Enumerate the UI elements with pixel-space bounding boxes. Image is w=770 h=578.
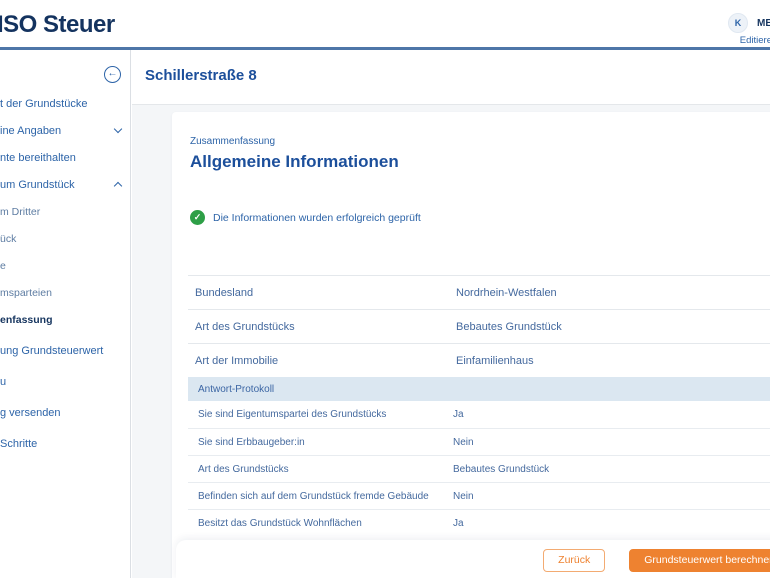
page-header: Schillerstraße 8 [132, 50, 770, 105]
top-header: ISO Steuer K ME Editiere [0, 0, 770, 50]
protocol-title: Antwort-Protokoll [198, 383, 275, 395]
sidebar-item-label: msparteien [0, 286, 52, 299]
row-label: Art der Immobilie [195, 354, 279, 367]
sidebar-nav: t der Grundstücke ine Angaben nte bereit… [0, 90, 131, 457]
action-footer: Zurück Grundsteuerwert berechnen [176, 540, 770, 578]
sidebar-collapse-icon[interactable]: ← [104, 66, 121, 83]
chevron-up-icon [113, 181, 123, 191]
sidebar-item-label: ück [0, 232, 17, 245]
page-title: Schillerstraße 8 [145, 67, 257, 84]
main-area: Schillerstraße 8 Zusammenfassung Allgeme… [132, 50, 770, 578]
row-value: Nein [453, 436, 474, 448]
sidebar-item-label: nte bereithalten [0, 151, 76, 164]
app-window: ISO Steuer K ME Editiere ← t der Grundst… [0, 0, 770, 578]
sidebar-item[interactable]: Schritte [0, 430, 131, 457]
sidebar-item-label: um Grundstück [0, 178, 75, 191]
sidebar-item-label: ung Grundsteuerwert [0, 344, 104, 357]
row-value: Nordrhein-Westfalen [456, 286, 557, 299]
sidebar-item[interactable]: g versenden [0, 399, 131, 426]
protocol-row: Befinden sich auf dem Grundstück fremde … [188, 482, 770, 509]
sidebar-item-label: ine Angaben [0, 124, 62, 137]
sidebar-item-label: t der Grundstücke [0, 97, 88, 110]
protocol-row: Art des Grundstücks Bebautes Grundstück [188, 455, 770, 482]
table-row: Bundesland Nordrhein-Westfalen [188, 275, 770, 309]
user-block[interactable]: K ME Editiere [728, 13, 770, 46]
info-table: Bundesland Nordrhein-Westfalen Art des G… [188, 275, 770, 536]
row-label: Bundesland [195, 286, 254, 299]
row-label: Befinden sich auf dem Grundstück fremde … [198, 490, 429, 502]
row-value: Einfamilienhaus [456, 354, 534, 367]
section-heading: Allgemeine Informationen [190, 152, 399, 171]
user-name: ME [757, 17, 770, 29]
sidebar-item[interactable]: enfassung [0, 306, 131, 333]
row-value: Nein [453, 490, 474, 502]
app-logo: ISO Steuer [0, 11, 115, 38]
info-rows: Bundesland Nordrhein-Westfalen Art des G… [188, 275, 770, 377]
user-subtitle: Editiere [739, 35, 770, 46]
chevron-down-icon [113, 124, 123, 134]
sidebar-item[interactable]: t der Grundstücke [0, 90, 131, 117]
sidebar-item[interactable]: m Dritter [0, 198, 131, 225]
row-label: Besitzt das Grundstück Wohnflächen [198, 517, 362, 529]
row-label: Art des Grundstücks [198, 463, 289, 475]
sidebar-item[interactable]: ine Angaben [0, 117, 131, 144]
sidebar-item[interactable]: msparteien [0, 279, 131, 306]
protocol-row: Besitzt das Grundstück Wohnflächen Ja [188, 509, 770, 536]
breadcrumb: Zusammenfassung [190, 136, 276, 147]
row-value: Ja [453, 409, 464, 420]
sidebar-item[interactable]: u [0, 368, 131, 395]
protocol-row: Sie sind Erbbaugeber:in Nein [188, 428, 770, 455]
row-label: Sie sind Eigentumspartei des Grundstücks [198, 409, 387, 420]
back-button[interactable]: Zurück [543, 548, 606, 572]
sidebar-item[interactable]: um Grundstück [0, 171, 131, 198]
sidebar-item[interactable]: e [0, 252, 131, 279]
row-label: Art des Grundstücks [195, 320, 295, 333]
sidebar: ← t der Grundstücke ine Angaben nte bere… [0, 50, 131, 578]
table-row: Art der Immobilie Einfamilienhaus [188, 343, 770, 377]
protocol-header[interactable]: Antwort-Protokoll ▲ [188, 377, 770, 401]
sidebar-item-label: u [0, 375, 7, 388]
avatar[interactable]: K [728, 13, 748, 33]
sidebar-item-label: m Dritter [0, 205, 41, 218]
table-row: Art des Grundstücks Bebautes Grundstück [188, 309, 770, 343]
sidebar-item-label: Schritte [0, 437, 38, 450]
sidebar-item[interactable]: ück [0, 225, 131, 252]
success-message: Die Informationen wurden erfolgreich gep… [213, 211, 421, 224]
protocol-row: Sie sind Eigentumspartei des Grundstücks… [188, 401, 770, 428]
row-value: Ja [453, 517, 464, 529]
sidebar-item-label: e [0, 259, 6, 272]
sidebar-item[interactable]: ung Grundsteuerwert [0, 337, 131, 364]
row-value: Bebautes Grundstück [456, 320, 562, 333]
row-value: Bebautes Grundstück [453, 463, 550, 475]
sidebar-item-label: g versenden [0, 406, 61, 419]
protocol-rows: Sie sind Eigentumspartei des Grundstücks… [188, 401, 770, 536]
row-label: Sie sind Erbbaugeber:in [198, 436, 305, 448]
summary-card: Zusammenfassung Allgemeine Informationen… [172, 112, 770, 578]
calculate-button[interactable]: Grundsteuerwert berechnen [629, 548, 770, 572]
sidebar-item-label: enfassung [0, 313, 53, 326]
sidebar-item[interactable]: nte bereithalten [0, 144, 131, 171]
success-check-icon: ✓ [190, 210, 205, 225]
success-banner: ✓ Die Informationen wurden erfolgreich g… [190, 210, 421, 225]
